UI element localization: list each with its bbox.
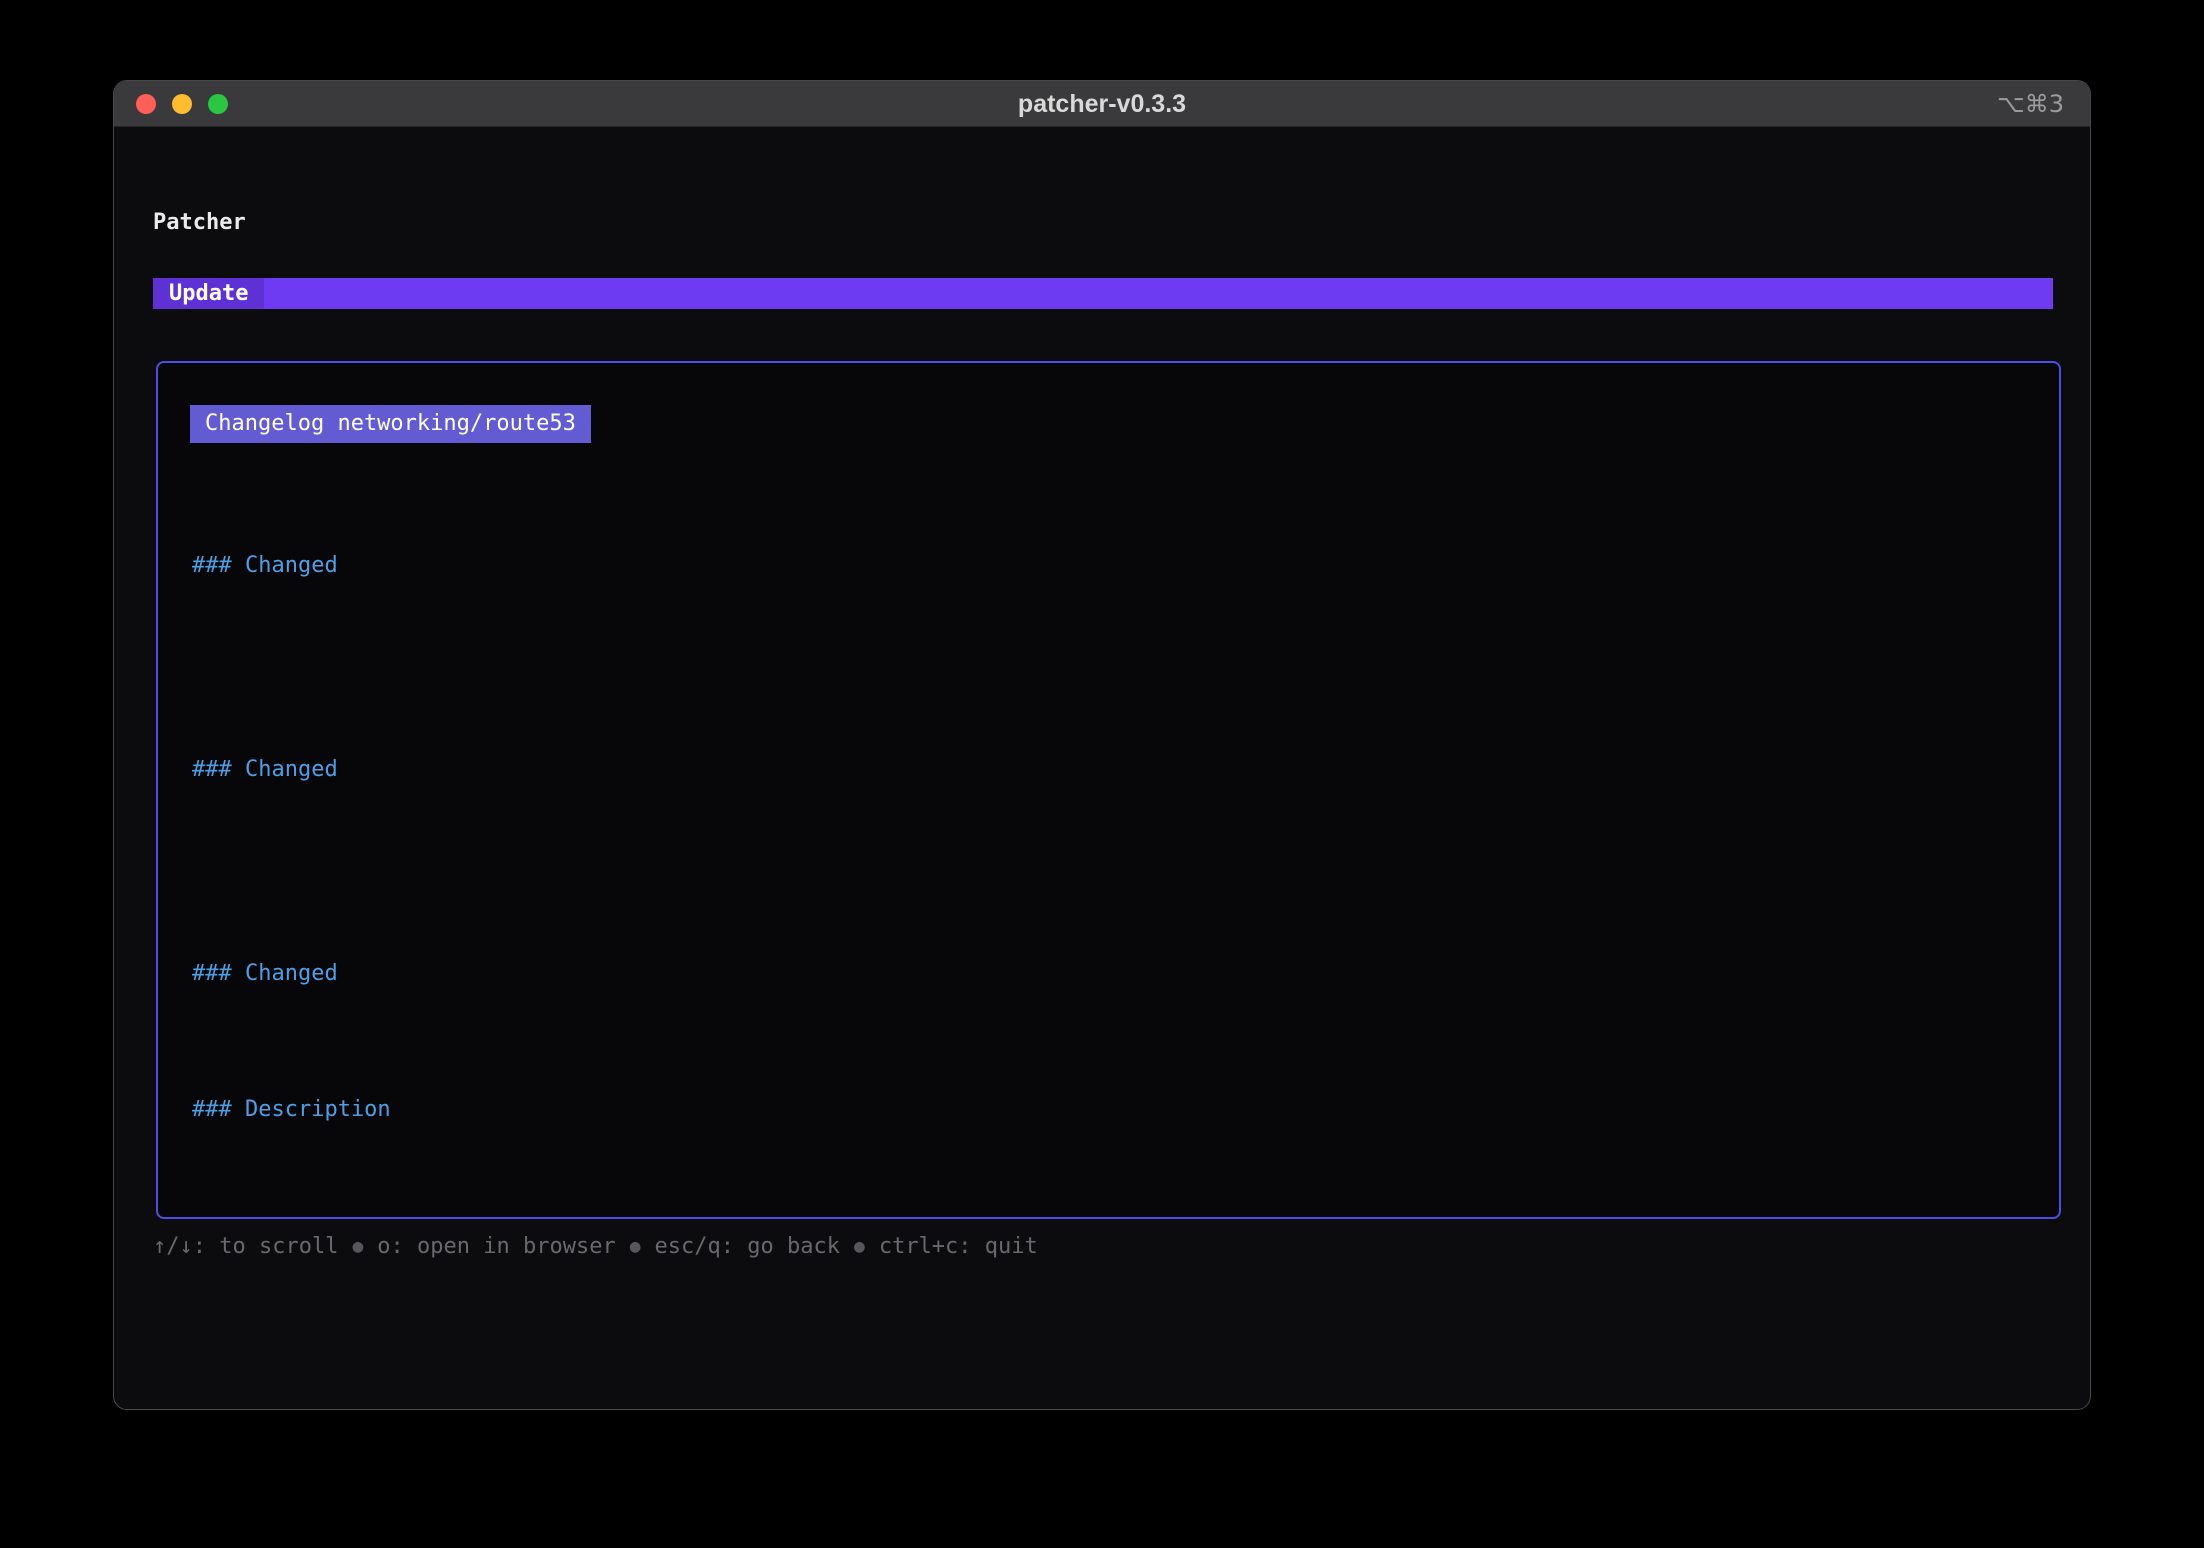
- help-bar: ↑/↓: to scroll ● o: open in browser ● es…: [153, 1229, 1038, 1263]
- changed-heading: ### Changed: [192, 957, 2039, 991]
- help-separator-icon: ●: [854, 1236, 865, 1257]
- help-item-open: o: open in browser: [377, 1234, 615, 1259]
- tab-bar-fill: [264, 278, 2053, 309]
- terminal-window: patcher-v0.3.3 ⌥⌘3 Patcher Update Change…: [113, 80, 2091, 1410]
- window-shortcut-badge: ⌥⌘3: [1997, 81, 2064, 127]
- changed-heading: ### Changed: [192, 549, 2039, 583]
- titlebar: patcher-v0.3.3 ⌥⌘3: [114, 81, 2090, 127]
- tab-bar: Update: [153, 278, 2053, 309]
- window-title: patcher-v0.3.3: [114, 81, 2090, 127]
- bullet-item: ●No changes, safe to bump: [192, 617, 2039, 651]
- changelog-badge: Changelog networking/route53: [190, 405, 591, 443]
- help-item-scroll: ↑/↓: to scroll: [153, 1234, 338, 1259]
- changelog-viewport[interactable]: Changelog networking/route53 ## v0.102.7…: [156, 361, 2061, 1219]
- app-heading: Patcher: [153, 206, 246, 240]
- help-item-quit: ctrl+c: quit: [879, 1234, 1038, 1259]
- release-header: ## v0.102.6https://github.com/gruntwork-…: [192, 685, 2039, 719]
- help-separator-icon: ●: [352, 1236, 363, 1257]
- tab-update[interactable]: Update: [153, 278, 264, 309]
- description-bullet-item: ●Adds optional alias config block to Rou…: [192, 1161, 2039, 1195]
- bullet-item: ●No changes, safe to bump: [192, 821, 2039, 855]
- changed-heading: ### Changed: [192, 753, 2039, 787]
- release-header: ## v0.102.5https://github.com/gruntwork-…: [192, 889, 2039, 923]
- bullet-item: ●No breaking changes, safe to bump: [192, 1025, 2039, 1059]
- description-heading: ### Description: [192, 1093, 2039, 1127]
- help-item-back: esc/q: go back: [655, 1234, 840, 1259]
- release-header: ## v0.102.7https://github.com/gruntwork-…: [192, 481, 2039, 515]
- changelog-lines: ## v0.102.7https://github.com/gruntwork-…: [192, 481, 2039, 1195]
- help-separator-icon: ●: [630, 1236, 641, 1257]
